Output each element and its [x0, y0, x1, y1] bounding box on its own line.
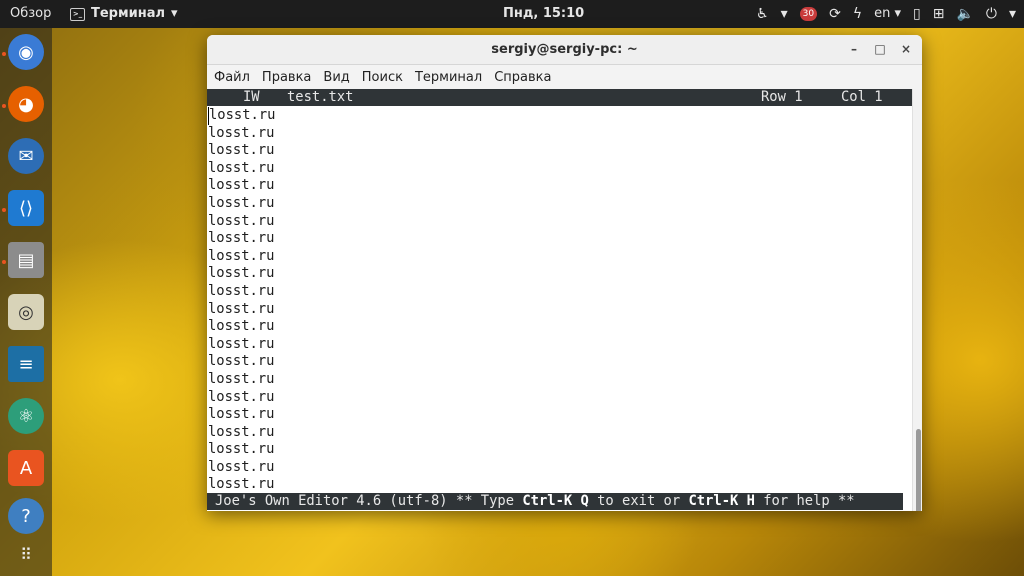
editor-filename: test.txt — [287, 89, 354, 105]
chevron-down-icon: ▾ — [171, 6, 178, 21]
terminal-area[interactable]: IW test.txt Row 1 Col 1 losst.ru losst.ru… — [207, 89, 913, 511]
editor-line: losst.ru — [208, 441, 275, 458]
running-indicator — [2, 260, 6, 264]
language-indicator[interactable]: en ▾ — [874, 0, 901, 28]
firefox-icon[interactable]: ◕ — [8, 86, 44, 122]
editor-mode: IW — [243, 89, 260, 105]
lightning-icon[interactable]: ϟ — [853, 0, 862, 28]
chevron-down-icon: ▾ — [780, 6, 788, 22]
editor-line: losst.ru — [208, 247, 275, 264]
show-apps-icon[interactable]: ⠿ — [8, 536, 44, 572]
editor-line: losst.ru — [208, 282, 275, 299]
minimize-button[interactable]: – — [842, 35, 866, 64]
help-text-mid: to exit or — [588, 493, 689, 509]
terminal-window: sergiy@sergiy-pc: ~ – □ × Файл Правка Ви… — [207, 35, 922, 511]
editor-line: losst.ru — [208, 335, 275, 352]
editor-row: Row 1 — [761, 89, 803, 105]
chevron-down-icon: ▾ — [1008, 6, 1016, 22]
editor-status-bar: IW test.txt Row 1 Col 1 — [207, 89, 913, 106]
window-titlebar[interactable]: sergiy@sergiy-pc: ~ – □ × — [207, 35, 922, 65]
editor-line: losst.ru — [208, 265, 275, 282]
editor-line: losst.ru — [208, 318, 275, 335]
help-key-help: Ctrl-K H — [688, 493, 755, 509]
maximize-button[interactable]: □ — [868, 35, 892, 64]
sync-icon[interactable]: ⟳ — [829, 0, 841, 28]
help-icon[interactable]: ? — [8, 498, 44, 534]
editor-line: losst.ru — [208, 142, 275, 159]
menu-bar: Файл Правка Вид Поиск Терминал Справка — [207, 65, 922, 89]
chevron-down-icon: ▾ — [894, 6, 901, 21]
software-center-icon[interactable]: A — [8, 450, 44, 486]
speaker-icon[interactable]: ◎ — [8, 294, 44, 330]
menu-view[interactable]: Вид — [323, 70, 349, 85]
scrollbar[interactable] — [912, 89, 922, 511]
running-indicator — [2, 104, 6, 108]
accessibility-icon[interactable]: ♿ — [756, 0, 769, 28]
editor-text[interactable]: losst.ru losst.ru losst.ru losst.ru losst.ru… — [208, 107, 275, 494]
scrollbar-thumb[interactable] — [916, 429, 921, 511]
volume-icon[interactable]: 🔈 — [956, 0, 973, 28]
editor-line: losst.ru — [208, 388, 275, 405]
terminal-app-icon: >_ — [70, 7, 85, 21]
language-label: en — [874, 6, 891, 21]
editor-line: losst.ru — [208, 230, 275, 247]
editor-line: losst.ru — [208, 476, 275, 493]
window-title: sergiy@sergiy-pc: ~ — [491, 42, 638, 57]
editor-col: Col 1 — [841, 89, 883, 105]
editor-line: losst.ru — [208, 370, 275, 387]
notification-badge[interactable]: 30 — [799, 7, 818, 21]
editor-line: losst.ru — [208, 124, 275, 141]
app-menu-button[interactable]: >_ Терминал ▾ — [70, 0, 178, 28]
phone-icon[interactable]: ▯ — [913, 0, 921, 28]
thunderbird-icon[interactable]: ✉ — [8, 138, 44, 174]
editor-line: losst.ru — [208, 212, 275, 229]
writer-icon[interactable]: ≡ — [8, 346, 44, 382]
running-indicator — [2, 208, 6, 212]
menu-terminal[interactable]: Терминал — [415, 70, 482, 85]
atom-icon[interactable]: ⚛ — [8, 398, 44, 434]
top-bar: Обзор >_ Терминал ▾ Пнд, 15:10 ♿ ▾ 30 ⟳ … — [0, 0, 1024, 28]
network-icon[interactable]: ⊞ — [933, 0, 945, 28]
editor-line: losst.ru — [208, 177, 275, 194]
editor-line: losst.ru — [208, 300, 275, 317]
editor-line: losst.ru — [208, 406, 275, 423]
editor-line: losst.ru — [208, 423, 275, 440]
editor-line: losst.ru — [208, 107, 276, 125]
menu-search[interactable]: Поиск — [362, 70, 403, 85]
files-icon[interactable]: ▤ — [8, 242, 44, 278]
editor-help-bar: Joe's Own Editor 4.6 (utf-8) ** Type Ctr… — [207, 493, 903, 510]
vscode-icon[interactable]: ⟨⟩ — [8, 190, 44, 226]
help-key-exit: Ctrl-K Q — [522, 493, 589, 509]
clock[interactable]: Пнд, 15:10 — [503, 0, 584, 28]
dock: ◉ ◕ ✉ ⟨⟩ ▤ ◎ ≡ ⚛ A ? ⠿ — [0, 28, 52, 576]
system-tray: ♿ ▾ 30 ⟳ ϟ en ▾ ▯ ⊞ 🔈 ⏻ ▾ — [756, 0, 1016, 28]
help-text-post: for help ** — [754, 493, 855, 509]
editor-line: losst.ru — [208, 194, 275, 211]
menu-help[interactable]: Справка — [494, 70, 551, 85]
menu-edit[interactable]: Правка — [262, 70, 311, 85]
app-menu-label: Терминал — [91, 6, 166, 21]
close-button[interactable]: × — [894, 35, 918, 64]
editor-line: losst.ru — [208, 159, 275, 176]
chromium-icon[interactable]: ◉ — [8, 34, 44, 70]
activities-button[interactable]: Обзор — [10, 0, 51, 28]
running-indicator — [2, 52, 6, 56]
editor-line: losst.ru — [208, 353, 275, 370]
editor-line: losst.ru — [208, 458, 275, 475]
help-text-pre: Joe's Own Editor 4.6 (utf-8) ** Type — [215, 493, 523, 509]
power-icon[interactable]: ⏻ — [986, 0, 997, 28]
menu-file[interactable]: Файл — [214, 70, 250, 85]
